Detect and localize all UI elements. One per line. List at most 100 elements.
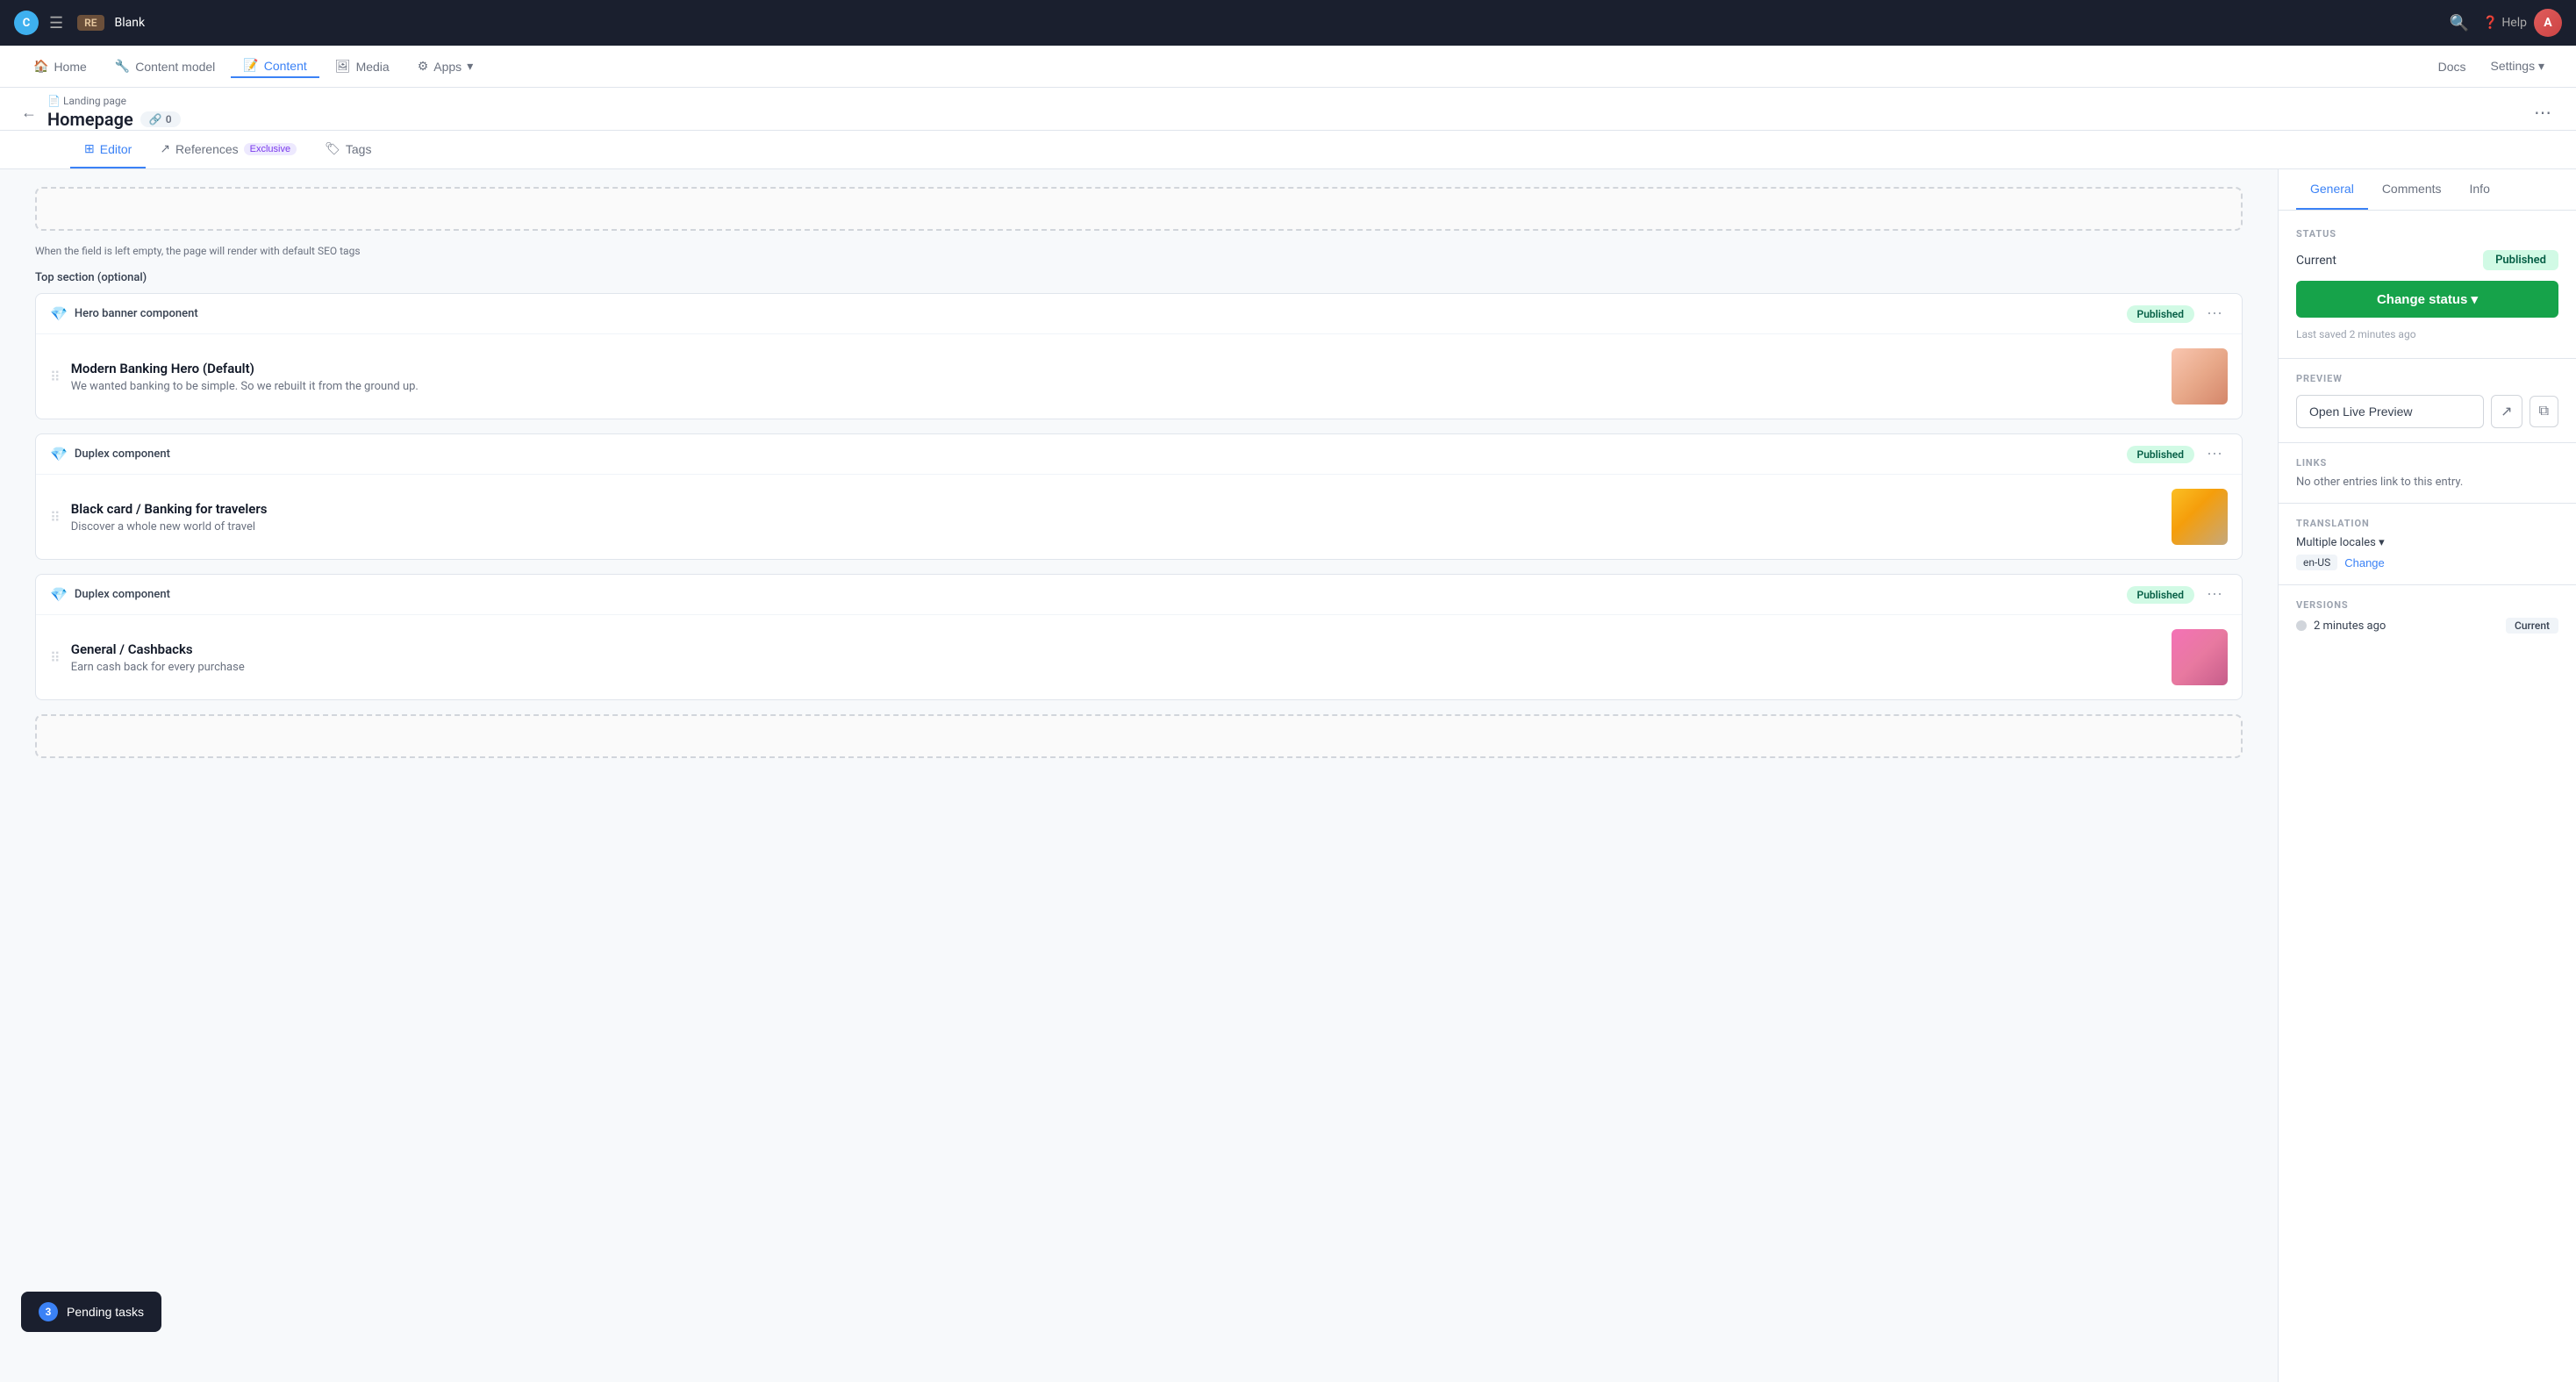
settings-button[interactable]: Settings ▾: [2479, 55, 2555, 77]
component-thumb-hero: [2172, 348, 2228, 405]
current-status-badge: Published: [2483, 250, 2558, 270]
component-subtitle-duplex1: Discover a whole new world of travel: [71, 520, 2161, 533]
component-type-icon-duplex2: 💎: [50, 586, 68, 603]
search-button[interactable]: 🔍: [2442, 11, 2475, 36]
card-menu-button-hero[interactable]: ⋯: [2201, 303, 2228, 325]
translation-section: TRANSLATION Multiple locales ▾ en-US Cha…: [2279, 518, 2576, 584]
home-icon: 🏠: [33, 59, 48, 74]
sub-nav: 🏠 Home 🔧 Content model 📝 Content 🖼 Media…: [0, 46, 2576, 88]
versions-section-title: VERSIONS: [2296, 599, 2558, 611]
content-icon: 📝: [243, 58, 258, 73]
preview-button-row: Open Live Preview ↗ ⧉: [2296, 395, 2558, 428]
links-section: LINKS No other entries link to this entr…: [2279, 457, 2576, 503]
status-badge-duplex1: Published: [2127, 446, 2194, 463]
tab-references[interactable]: ↗ References Exclusive: [146, 131, 311, 168]
tags-icon: 🏷: [325, 141, 340, 156]
drag-handle-duplex1[interactable]: ⠿: [50, 509, 61, 526]
component-title-hero: Modern Banking Hero (Default): [71, 361, 2161, 376]
component-type-label-duplex1: Duplex component: [75, 448, 2120, 461]
status-badge-duplex2: Published: [2127, 586, 2194, 604]
nav-apps[interactable]: ⚙ Apps ▾: [405, 55, 486, 77]
component-header-hero: 💎 Hero banner component Published ⋯: [36, 294, 2242, 334]
tab-tags[interactable]: 🏷 Tags: [311, 131, 385, 168]
references-icon: ↗: [160, 141, 170, 156]
component-info-duplex1: Black card / Banking for travelers Disco…: [71, 501, 2161, 533]
wrench-icon: 🔧: [115, 59, 130, 74]
page-title: Homepage 🔗 0: [47, 109, 2530, 130]
preview-copy-button[interactable]: ⧉: [2529, 396, 2558, 427]
right-sidebar: General Comments Info STATUS Current Pub…: [2278, 169, 2576, 1382]
component-header-duplex1: 💎 Duplex component Published ⋯: [36, 434, 2242, 475]
status-section: STATUS Current Published Change status ▾…: [2279, 211, 2576, 340]
media-icon: 🖼: [335, 59, 351, 74]
drag-handle-hero[interactable]: ⠿: [50, 369, 61, 385]
nav-media[interactable]: 🖼 Media: [323, 55, 402, 77]
top-nav: C ☰ RE Blank 🔍 ❓ Help A: [0, 0, 2576, 46]
apps-icon: ⚙: [418, 59, 429, 74]
logo[interactable]: C: [14, 11, 39, 35]
nav-home[interactable]: 🏠 Home: [21, 55, 99, 77]
component-info-hero: Modern Banking Hero (Default) We wanted …: [71, 361, 2161, 393]
component-body-hero: ⠿ Modern Banking Hero (Default) We wante…: [36, 334, 2242, 419]
pending-tasks-button[interactable]: 3 Pending tasks: [21, 1292, 161, 1332]
card-menu-button-duplex2[interactable]: ⋯: [2201, 584, 2228, 605]
component-type-icon: 💎: [50, 305, 68, 322]
card-menu-button-duplex1[interactable]: ⋯: [2201, 443, 2228, 465]
component-thumb-duplex2: [2172, 629, 2228, 685]
breadcrumb-bar: ← 📄 Landing page Homepage 🔗 0 ⋯: [0, 88, 2576, 131]
more-options-button[interactable]: ⋯: [2530, 98, 2555, 127]
add-component-area[interactable]: [35, 714, 2243, 758]
links-section-title: LINKS: [2296, 457, 2558, 469]
component-header-duplex2: 💎 Duplex component Published ⋯: [36, 575, 2242, 615]
version-dot: [2296, 620, 2307, 631]
translation-section-title: TRANSLATION: [2296, 518, 2558, 529]
preview-external-link-button[interactable]: ↗: [2491, 395, 2522, 428]
task-count-badge: 3: [39, 1302, 58, 1321]
breadcrumb-parent: 📄 Landing page: [47, 95, 2530, 107]
change-status-button[interactable]: Change status ▾: [2296, 281, 2558, 318]
link-count-badge: 🔗 0: [140, 111, 181, 127]
component-title-duplex2: General / Cashbacks: [71, 641, 2161, 657]
component-type-label: Hero banner component: [75, 307, 2120, 320]
sidebar-tab-comments[interactable]: Comments: [2368, 169, 2456, 210]
sidebar-tabs: General Comments Info: [2279, 169, 2576, 211]
status-current-row: Current Published: [2296, 250, 2558, 270]
seo-hint-text: When the field is left empty, the page w…: [35, 245, 2243, 257]
component-info-duplex2: General / Cashbacks Earn cash back for e…: [71, 641, 2161, 674]
divider-links: [2279, 442, 2576, 443]
locale-badge: en-US: [2296, 555, 2337, 570]
drag-handle-duplex2[interactable]: ⠿: [50, 649, 61, 666]
component-card-duplex1: 💎 Duplex component Published ⋯ ⠿ Black c…: [35, 433, 2243, 560]
open-live-preview-button[interactable]: Open Live Preview: [2296, 395, 2484, 428]
component-type-label-duplex2: Duplex component: [75, 588, 2120, 601]
current-version-badge: Current: [2506, 618, 2558, 634]
copy-icon: ⧉: [2539, 404, 2549, 419]
component-type-icon-duplex1: 💎: [50, 446, 68, 462]
avatar[interactable]: A: [2534, 9, 2562, 37]
divider-preview: [2279, 358, 2576, 359]
nav-content[interactable]: 📝 Content: [231, 54, 318, 78]
current-label: Current: [2296, 254, 2336, 268]
nav-content-model[interactable]: 🔧 Content model: [103, 55, 228, 77]
version-row: 2 minutes ago Current: [2296, 618, 2558, 634]
seo-field-area[interactable]: [35, 187, 2243, 231]
component-title-duplex1: Black card / Banking for travelers: [71, 501, 2161, 517]
editor-icon: ⊞: [84, 141, 95, 156]
docs-button[interactable]: Docs: [2428, 56, 2477, 77]
last-saved-text: Last saved 2 minutes ago: [2296, 328, 2558, 340]
link-icon: 🔗: [149, 113, 162, 125]
component-subtitle-duplex2: Earn cash back for every purchase: [71, 661, 2161, 674]
tab-editor[interactable]: ⊞ Editor: [70, 131, 146, 168]
page-icon: 📄: [47, 95, 61, 107]
sidebar-tab-general[interactable]: General: [2296, 169, 2368, 210]
sidebar-tab-info[interactable]: Info: [2456, 169, 2504, 210]
external-link-icon: ↗: [2501, 405, 2512, 419]
divider-translation: [2279, 503, 2576, 504]
component-subtitle-hero: We wanted banking to be simple. So we re…: [71, 380, 2161, 393]
help-link[interactable]: ❓ Help: [2483, 16, 2527, 30]
change-locale-button[interactable]: Change: [2344, 556, 2385, 569]
tabs-bar: ⊞ Editor ↗ References Exclusive 🏷 Tags: [0, 131, 2576, 169]
exclusive-badge: Exclusive: [244, 143, 297, 155]
back-button[interactable]: ←: [21, 104, 37, 122]
hamburger-menu[interactable]: ☰: [49, 14, 63, 32]
